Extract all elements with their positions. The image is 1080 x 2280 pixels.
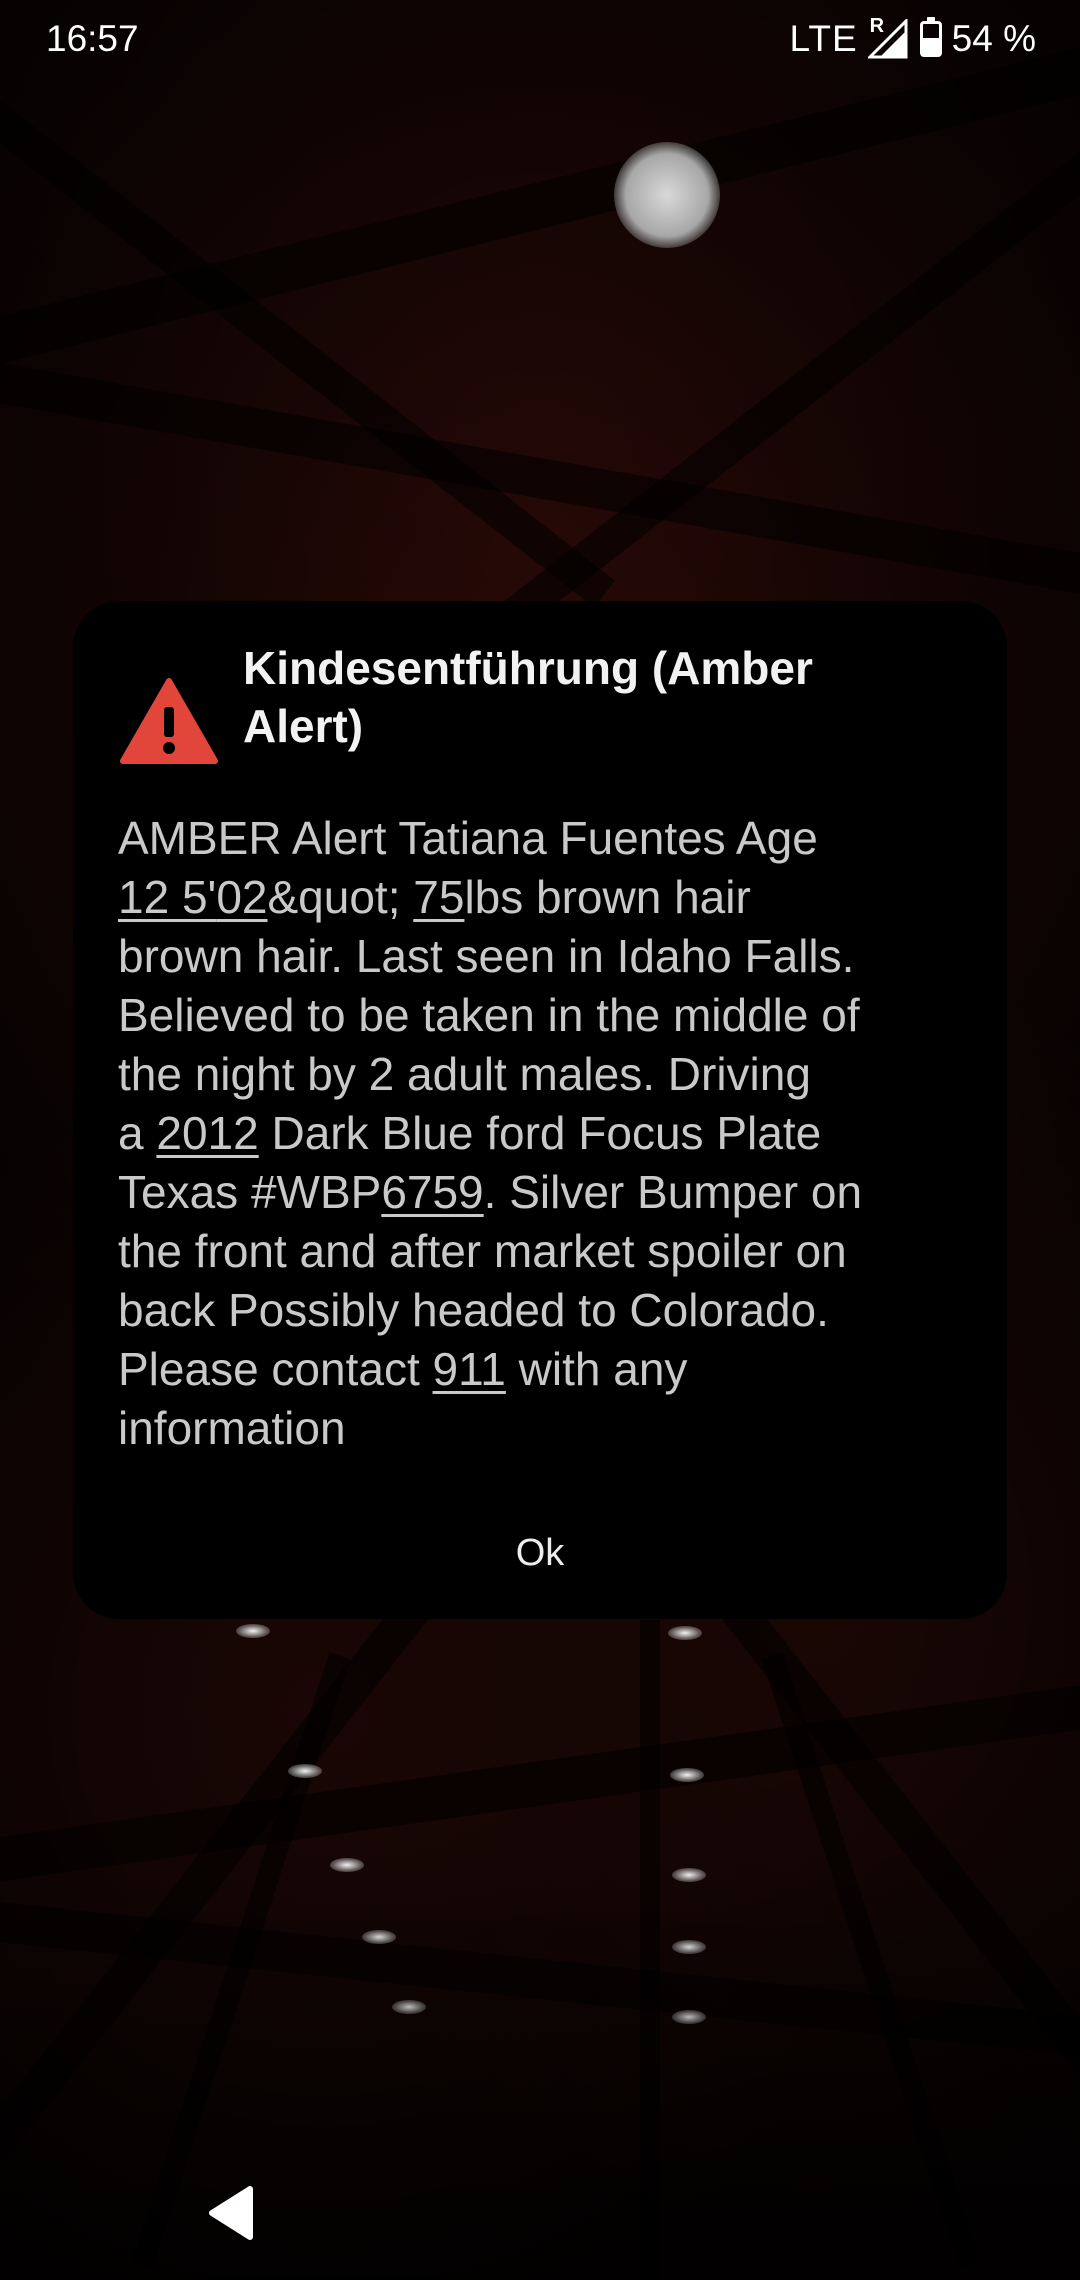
alert-text: AMBER Alert Tatiana Fuentes Age <box>118 812 818 864</box>
status-bar: 16:57 LTE R 54 % <box>0 0 1080 78</box>
alert-message-line: brown hair. Last seen in Idaho Falls. <box>118 927 968 986</box>
alert-message-line: 12 5'02&quot; 75lbs brown hair <box>118 868 968 927</box>
alert-link[interactable]: 911 <box>433 1343 506 1395</box>
alert-link[interactable]: 12 5' <box>118 871 216 923</box>
dialog-title: Kindesentführung (Amber Alert) <box>243 642 813 752</box>
alert-text: Dark Blue ford Focus Plate <box>258 1107 822 1159</box>
ok-button[interactable]: Ok <box>73 1513 1007 1593</box>
alert-message-line: information <box>118 1399 968 1458</box>
alert-link[interactable]: 02 <box>216 871 267 923</box>
alert-text: . Silver Bumper on <box>483 1166 863 1218</box>
alert-message: AMBER Alert Tatiana Fuentes Age 12 5'02&q… <box>118 809 968 1458</box>
alert-text: Please contact <box>118 1343 433 1395</box>
status-time: 16:57 <box>46 18 139 59</box>
alert-message-line: AMBER Alert Tatiana Fuentes Age <box>118 809 968 868</box>
alert-text: lbs brown hair <box>464 871 751 923</box>
alert-text: Texas #WBP <box>118 1166 382 1218</box>
back-triangle-icon[interactable] <box>206 2185 254 2241</box>
roaming-indicator: R <box>869 15 885 37</box>
status-icons: LTE R 54 % <box>789 15 1036 60</box>
alert-text: &quot; <box>267 871 414 923</box>
alert-text: the front and after market spoiler on <box>118 1225 847 1277</box>
alert-text: brown hair. Last seen in Idaho Falls. <box>118 930 855 982</box>
warning-triangle-icon <box>120 678 218 764</box>
alert-message-line: back Possibly headed to Colorado. <box>118 1281 968 1340</box>
alert-message-line: the front and after market spoiler on <box>118 1222 968 1281</box>
alert-link[interactable]: 6759 <box>381 1166 483 1218</box>
ceiling-lamp <box>614 142 720 248</box>
alert-message-line: a 2012 Dark Blue ford Focus Plate <box>118 1104 968 1163</box>
alert-message-line: Texas #WBP6759. Silver Bumper on <box>118 1163 968 1222</box>
alert-message-line: Please contact 911 with any <box>118 1340 968 1399</box>
signal-icon: R <box>866 15 910 59</box>
alert-text: back Possibly headed to Colorado. <box>118 1284 829 1336</box>
alert-link[interactable]: 75 <box>413 871 464 923</box>
alert-text: the night by 2 adult males. Driving <box>118 1048 811 1100</box>
alert-text: with any <box>505 1343 688 1395</box>
emergency-alert-dialog: Kindesentführung (Amber Alert) AMBER Ale… <box>73 601 1007 1619</box>
alert-text: information <box>118 1402 346 1454</box>
network-type: LTE <box>789 18 858 59</box>
alert-message-line: the night by 2 adult males. Driving <box>118 1045 968 1104</box>
alert-message-line: Believed to be taken in the middle of <box>118 986 968 1045</box>
alert-link[interactable]: 2012 <box>156 1107 258 1159</box>
battery-icon <box>919 17 942 57</box>
alert-text: Believed to be taken in the middle of <box>118 989 860 1041</box>
alert-text: a <box>118 1107 157 1159</box>
battery-percent: 54 % <box>951 18 1036 59</box>
dialog-header: Kindesentführung (Amber Alert) <box>119 633 961 765</box>
